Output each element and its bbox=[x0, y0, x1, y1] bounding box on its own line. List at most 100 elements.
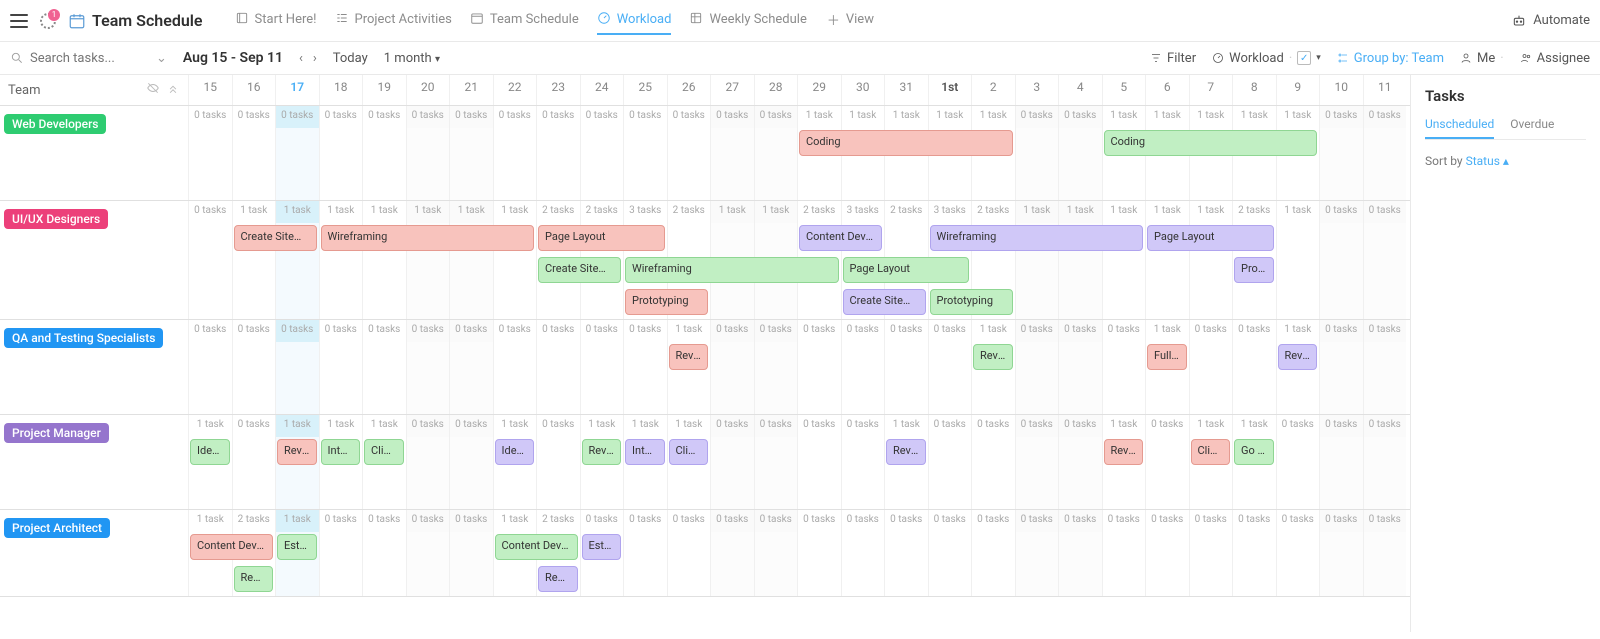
task-bar[interactable]: Go Li... bbox=[1234, 439, 1274, 465]
count-cell: 0 tasks bbox=[797, 320, 841, 342]
task-bar[interactable]: Page Layout bbox=[843, 257, 970, 283]
tab-weekly-schedule[interactable]: Weekly Schedule bbox=[689, 7, 806, 35]
count-cell: 0 tasks bbox=[1232, 320, 1276, 342]
task-bar[interactable]: Page Layout bbox=[538, 225, 665, 251]
task-bar[interactable]: Rese... bbox=[234, 566, 274, 592]
tab-team-schedule[interactable]: Team Schedule bbox=[470, 7, 579, 35]
count-cell: 0 tasks bbox=[1363, 320, 1407, 342]
task-bar[interactable]: Ident... bbox=[495, 439, 535, 465]
count-cell: 0 tasks bbox=[275, 320, 319, 342]
task-bar[interactable]: Revie... bbox=[886, 439, 926, 465]
task-bar[interactable]: Wireframing bbox=[321, 225, 535, 251]
count-cell: 0 tasks bbox=[188, 201, 232, 223]
me-button[interactable]: Me · bbox=[1460, 51, 1504, 66]
workload-button[interactable]: Workload · ✓ ▾ bbox=[1212, 51, 1321, 66]
header-bar: 1 Team Schedule Start Here!Project Activ… bbox=[0, 0, 1600, 42]
group-by-button[interactable]: Group by: Team bbox=[1337, 51, 1444, 66]
filter-button[interactable]: Filter bbox=[1150, 51, 1196, 66]
search-icon bbox=[10, 51, 24, 65]
task-bar[interactable]: Content Devel... bbox=[799, 225, 882, 251]
prev-arrow[interactable]: ‹ bbox=[299, 51, 303, 66]
count-cell: 0 tasks bbox=[362, 106, 406, 128]
task-bar[interactable]: Estab... bbox=[277, 534, 317, 560]
count-cell: 0 tasks bbox=[797, 415, 841, 437]
automate-button[interactable]: Automate bbox=[1511, 13, 1590, 29]
tab-icon bbox=[689, 11, 703, 29]
count-cell: 1 task bbox=[1276, 106, 1320, 128]
task-bar[interactable]: Clien... bbox=[669, 439, 709, 465]
task-bar[interactable]: Revie... bbox=[277, 439, 317, 465]
side-tab-overdue[interactable]: Overdue bbox=[1510, 117, 1554, 139]
count-cell: 0 tasks bbox=[1363, 510, 1407, 532]
team-label[interactable]: UI/UX Designers bbox=[4, 209, 108, 229]
tab-workload[interactable]: Workload bbox=[597, 7, 672, 35]
task-bar[interactable]: Clien... bbox=[1191, 439, 1231, 465]
task-bar[interactable]: Revie... bbox=[973, 344, 1013, 370]
count-cell: 0 tasks bbox=[1232, 510, 1276, 532]
task-bar[interactable]: Full r... bbox=[1147, 344, 1187, 370]
workload-checkbox[interactable]: ✓ bbox=[1297, 51, 1311, 65]
task-bar[interactable]: Inter... bbox=[625, 439, 665, 465]
count-cell: 0 tasks bbox=[623, 106, 667, 128]
task-bar[interactable]: Ident... bbox=[190, 439, 230, 465]
count-cell: 1 task bbox=[754, 201, 798, 223]
team-label[interactable]: QA and Testing Specialists bbox=[4, 328, 163, 348]
task-bar[interactable]: Wireframing bbox=[625, 257, 839, 283]
team-label[interactable]: Project Manager bbox=[4, 423, 109, 443]
task-bar[interactable]: Revie... bbox=[669, 344, 709, 370]
task-bar[interactable]: Wireframing bbox=[930, 225, 1144, 251]
next-arrow[interactable]: › bbox=[313, 51, 317, 66]
task-bar[interactable]: Create Sitemap bbox=[843, 289, 926, 315]
count-cell: 0 tasks bbox=[971, 510, 1015, 532]
today-button[interactable]: Today bbox=[333, 51, 368, 66]
count-cell: 2 tasks bbox=[536, 201, 580, 223]
task-bar[interactable]: Content Devel... bbox=[495, 534, 578, 560]
team-row: Project Manager1 task0 tasks1 task1 task… bbox=[0, 415, 1410, 510]
search-input[interactable] bbox=[30, 51, 140, 66]
task-bar[interactable]: Estab... bbox=[582, 534, 622, 560]
count-cell: 1 task bbox=[884, 415, 928, 437]
search-box[interactable] bbox=[10, 51, 140, 66]
count-cell: 0 tasks bbox=[1058, 320, 1102, 342]
search-dropdown[interactable]: ⌄ bbox=[156, 51, 167, 66]
task-bar[interactable]: Rese... bbox=[538, 566, 578, 592]
task-bar[interactable]: Prototyping bbox=[1234, 257, 1274, 283]
tab-project-activities[interactable]: Project Activities bbox=[335, 7, 452, 35]
add-view-button[interactable]: ＋ View bbox=[827, 6, 874, 35]
collapse-all-icon[interactable] bbox=[166, 81, 180, 99]
task-bar[interactable]: Coding bbox=[1104, 130, 1318, 156]
count-row: 1 task0 tasks1 task1 task1 task0 tasks0 … bbox=[188, 415, 1410, 437]
eye-off-icon[interactable] bbox=[146, 81, 160, 99]
count-cell: 0 tasks bbox=[1276, 510, 1320, 532]
gauge-icon bbox=[1212, 52, 1224, 64]
count-cell: 0 tasks bbox=[754, 320, 798, 342]
count-cell: 0 tasks bbox=[667, 106, 711, 128]
side-panel: Tasks UnscheduledOverdue Sort by Status … bbox=[1410, 75, 1600, 632]
task-bar[interactable]: Revi... bbox=[1278, 344, 1318, 370]
side-tab-unscheduled[interactable]: Unscheduled bbox=[1425, 117, 1494, 139]
task-bar[interactable]: Inter... bbox=[321, 439, 361, 465]
count-cell: 0 tasks bbox=[884, 510, 928, 532]
count-cell: 1 task bbox=[406, 201, 450, 223]
count-row: 0 tasks0 tasks0 tasks0 tasks0 tasks0 tas… bbox=[188, 106, 1410, 128]
task-bar[interactable]: Create Sitemap bbox=[234, 225, 317, 251]
task-bar[interactable]: Prototyping bbox=[930, 289, 1013, 315]
task-bar[interactable]: Page Layout bbox=[1147, 225, 1274, 251]
task-bar[interactable]: Coding bbox=[799, 130, 1013, 156]
task-bar[interactable]: Create Sitemap bbox=[538, 257, 621, 283]
task-bar[interactable]: Clien... bbox=[364, 439, 404, 465]
calendar-icon bbox=[68, 12, 86, 30]
range-selector[interactable]: 1 month ▾ bbox=[384, 51, 440, 66]
team-label[interactable]: Project Architect bbox=[4, 518, 110, 538]
task-bar[interactable]: Content Devel... bbox=[190, 534, 273, 560]
task-bar[interactable]: Prototyping bbox=[625, 289, 708, 315]
day-header: 19 bbox=[362, 75, 406, 105]
sort-value[interactable]: Status ▴ bbox=[1466, 154, 1509, 168]
tab-start-here-[interactable]: Start Here! bbox=[235, 7, 317, 35]
task-bar[interactable]: Revie... bbox=[1104, 439, 1144, 465]
team-label[interactable]: Web Developers bbox=[4, 114, 106, 134]
day-header: 16 bbox=[232, 75, 276, 105]
hamburger-menu[interactable] bbox=[10, 14, 28, 28]
assignee-button[interactable]: Assignee bbox=[1520, 51, 1590, 66]
task-bar[interactable]: Revie... bbox=[582, 439, 622, 465]
